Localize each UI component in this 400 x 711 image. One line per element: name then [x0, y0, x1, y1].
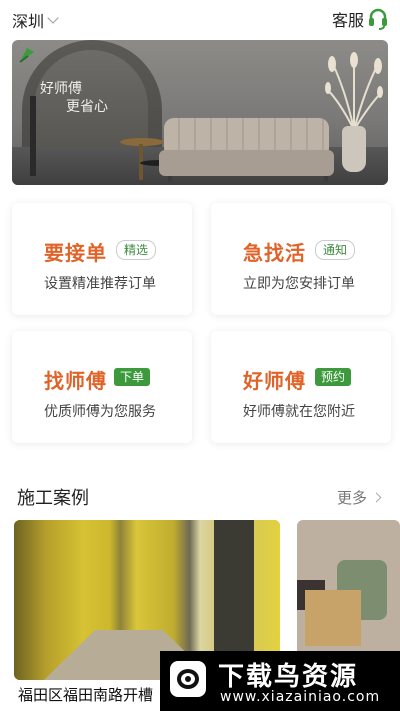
case-caption: 福田区福田南路开槽: [18, 686, 154, 704]
more-label: 更多: [336, 489, 367, 507]
banner-slogan-line2: 更省心: [66, 99, 108, 115]
headset-icon: [369, 8, 387, 30]
watermark-logo: [170, 661, 206, 697]
card-desc: 立即为您安排订单: [243, 276, 355, 292]
card-find-worker[interactable]: 找师傅 下单 优质师傅为您服务: [12, 331, 192, 443]
customer-service-label: 客服: [331, 11, 364, 30]
watermark-url: www.xiazainiao.com: [220, 689, 381, 705]
card-desc: 好师傅就在您附近: [243, 404, 355, 420]
card-desc: 优质师傅为您服务: [44, 404, 156, 420]
card-title: 找师傅: [44, 369, 107, 393]
watermark-text: 下载鸟资源: [218, 662, 359, 692]
card-tag: 预约: [315, 368, 352, 386]
card-tag: 精选: [116, 240, 157, 260]
banner-slogan-line1: 好师傅: [40, 81, 82, 97]
top-bar: 深圳 客服: [0, 0, 400, 38]
card-desc: 设置精准推荐订单: [44, 276, 156, 292]
card-tag: 通知: [315, 240, 356, 260]
card-take-orders[interactable]: 要接单 精选 设置精准推荐订单: [12, 203, 192, 315]
chevron-down-icon: [47, 11, 59, 24]
card-title: 急找活: [243, 241, 306, 265]
brand-leaf-icon: [19, 48, 34, 63]
banner-plant: [325, 52, 383, 131]
card-urgent-work[interactable]: 急找活 通知 立即为您安排订单: [211, 203, 391, 315]
city-label: 深圳: [12, 12, 45, 31]
card-title: 要接单: [44, 241, 107, 265]
card-tag: 下单: [114, 368, 151, 386]
card-title: 好师傅: [243, 369, 306, 393]
chevron-right-icon: [371, 492, 382, 503]
cases-section-title: 施工案例: [17, 488, 89, 509]
watermark: 下载鸟资源 www.xiazainiao.com: [160, 651, 400, 711]
customer-service-button[interactable]: 客服: [332, 7, 388, 31]
city-selector[interactable]: 深圳: [12, 8, 59, 32]
card-good-worker[interactable]: 好师傅 预约 好师傅就在您附近: [211, 331, 391, 443]
cases-more-link[interactable]: 更多: [336, 487, 382, 508]
promo-banner[interactable]: 好师傅 更省心: [12, 40, 388, 185]
